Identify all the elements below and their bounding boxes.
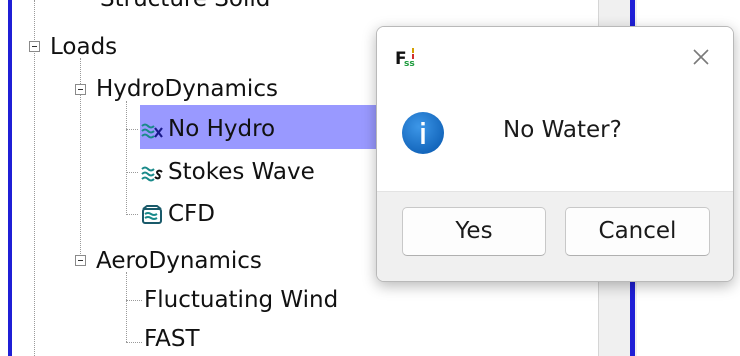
tree-connector xyxy=(126,129,138,130)
stokes-wave-icon xyxy=(141,166,163,181)
expander-hydrodynamics[interactable] xyxy=(75,84,86,95)
tree-item-label: Structure Solid xyxy=(100,0,270,12)
dialog-message: No Water? xyxy=(503,117,622,143)
svg-text:ss: ss xyxy=(404,59,415,69)
close-icon[interactable] xyxy=(687,43,715,71)
tree-item-loads[interactable]: Loads xyxy=(50,30,117,64)
message-dialog: F ss No Water? Yes Cancel xyxy=(376,26,734,282)
tree-connector xyxy=(126,300,142,301)
tree-item-structure-solid[interactable]: Structure Solid xyxy=(100,0,270,16)
tree-connector xyxy=(126,214,138,215)
tree-item-label: Fluctuating Wind xyxy=(144,287,339,313)
tree-item-label: Stokes Wave xyxy=(168,159,315,185)
tree-item-fluctuating-wind[interactable]: Fluctuating Wind xyxy=(144,283,338,317)
expander-loads[interactable] xyxy=(29,41,40,52)
dialog-body: No Water? xyxy=(377,89,733,201)
no-hydro-icon xyxy=(141,123,163,138)
tree-item-aerodynamics[interactable]: AeroDynamics xyxy=(96,244,262,278)
tree-connector xyxy=(126,172,138,173)
tree-item-cfd[interactable]: CFD xyxy=(140,197,215,231)
tree-connector xyxy=(126,342,142,343)
screen: Structure Solid Loads HydroDynamics xyxy=(0,0,740,356)
fss-logo-icon: F ss xyxy=(395,48,415,69)
tree-item-label: No Hydro xyxy=(168,116,276,142)
yes-button[interactable]: Yes xyxy=(402,207,546,256)
tree-item-stokes-wave[interactable]: Stokes Wave xyxy=(140,155,315,189)
tree-item-label: AeroDynamics xyxy=(96,248,262,274)
tree-connector xyxy=(126,101,127,215)
dialog-footer: Yes Cancel xyxy=(377,191,733,281)
tree-item-hydrodynamics[interactable]: HydroDynamics xyxy=(96,72,278,106)
expander-aerodynamics[interactable] xyxy=(75,255,86,266)
dialog-titlebar[interactable]: F ss xyxy=(377,27,733,89)
tree-item-fast[interactable]: FAST xyxy=(144,322,200,356)
tree-item-label: HydroDynamics xyxy=(96,76,278,102)
cfd-icon xyxy=(142,204,162,224)
tree-item-no-hydro[interactable]: No Hydro xyxy=(140,112,275,146)
tree-item-label: FAST xyxy=(144,326,200,352)
cancel-button[interactable]: Cancel xyxy=(565,207,710,256)
tree-connector xyxy=(126,272,127,342)
info-icon xyxy=(402,112,444,154)
tree-item-label: Loads xyxy=(50,34,118,60)
tree-item-label: CFD xyxy=(168,201,215,227)
tree-connector xyxy=(34,0,35,356)
left-border xyxy=(0,0,12,356)
